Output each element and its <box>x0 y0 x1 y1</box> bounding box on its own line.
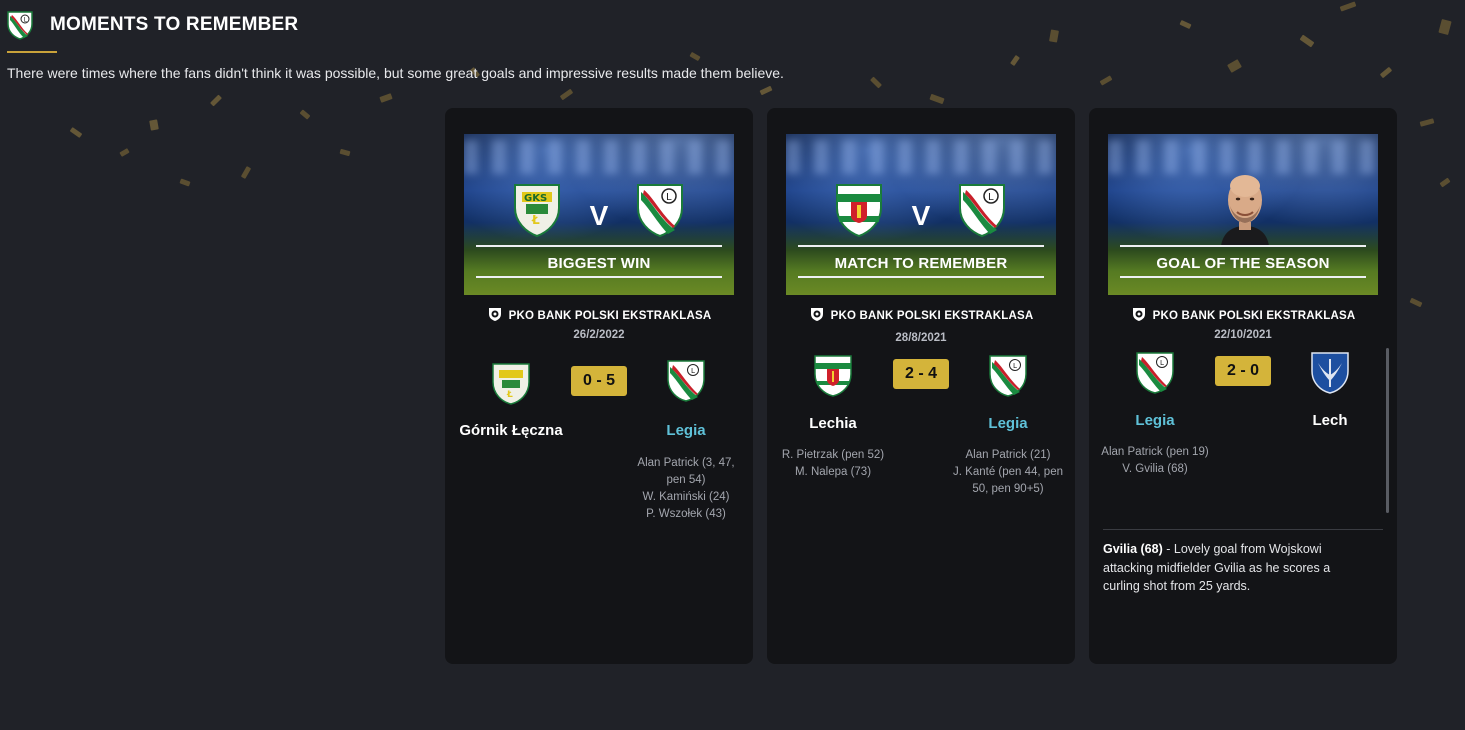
away-team-name[interactable]: Lech <box>1260 412 1400 429</box>
ekstraklasa-logo-icon <box>1132 308 1145 321</box>
banner-label: GOAL OF THE SEASON <box>1156 255 1330 272</box>
scorer-entry: V. Gvilia (68) <box>1122 463 1188 475</box>
away-scorers-list: Alan Patrick (3, 47, pen 54) W. Kamiński… <box>631 455 741 523</box>
biggest-win-card[interactable]: GKS Ł V L BIGGEST WIN PKO BANK POLSKI EK… <box>445 108 753 664</box>
home-scorers-list: R. Pietrzak (pen 52) M. Nalepa (73) <box>773 447 893 481</box>
home-team-name[interactable]: Górnik Łęczna <box>441 422 581 439</box>
competition-label: PKO BANK POLSKI EKSTRAKLASA <box>445 306 753 322</box>
legia-crest-icon: L <box>989 355 1027 397</box>
page-header: L MOMENTS TO REMEMBER <box>6 10 298 40</box>
away-team-name[interactable]: Legia <box>938 415 1078 432</box>
match-to-remember-card[interactable]: V L MATCH TO REMEMBER PKO BANK POLSKI EK… <box>767 108 1075 664</box>
lechia-crest-icon <box>814 355 852 397</box>
svg-text:L: L <box>988 192 994 203</box>
svg-text:L: L <box>1160 359 1164 367</box>
scorer-entry: Alan Patrick (pen 19) <box>1101 446 1209 458</box>
scorer-entry: J. Kanté (pen 44, pen 50, pen 90+5) <box>953 466 1063 495</box>
scrollbar[interactable] <box>1386 348 1389 513</box>
legia-crest-icon: L <box>667 360 705 402</box>
scorer-entry: R. Pietrzak (pen 52) <box>781 449 885 461</box>
card-banner: GKS Ł V L BIGGEST WIN <box>464 134 734 295</box>
score-badge: 2 - 4 <box>893 359 949 389</box>
svg-text:Ł: Ł <box>506 390 513 400</box>
away-scorers-list: Alan Patrick (21) J. Kanté (pen 44, pen … <box>948 447 1068 498</box>
svg-text:L: L <box>691 367 695 375</box>
scorer-entry: Alan Patrick (3, 47, pen 54) <box>637 457 735 486</box>
scorer-entry: W. Kamiński (24) <box>642 491 730 503</box>
legia-crest-icon: L <box>637 184 683 238</box>
svg-text:L: L <box>1013 362 1017 370</box>
divider <box>1103 529 1383 530</box>
card-banner: GOAL OF THE SEASON <box>1108 134 1378 295</box>
competition-label: PKO BANK POLSKI EKSTRAKLASA <box>767 306 1075 322</box>
goal-description: Gvilia (68) - Lovely goal from Wojskowi … <box>1103 540 1363 596</box>
competition-label: PKO BANK POLSKI EKSTRAKLASA <box>1089 306 1397 322</box>
scorer-entry: Alan Patrick (21) <box>965 449 1051 461</box>
gornik-leczna-crest-icon: Ł <box>492 363 530 405</box>
versus-label: V <box>589 200 609 231</box>
banner-label: BIGGEST WIN <box>547 255 651 272</box>
svg-text:L: L <box>666 192 672 203</box>
scorer-entry: P. Wszołek (43) <box>646 508 726 520</box>
legia-crest-icon: L <box>7 11 33 40</box>
banner-label: MATCH TO REMEMBER <box>834 255 1008 272</box>
match-date: 28/8/2021 <box>895 332 947 344</box>
home-scorers-list: Alan Patrick (pen 19) V. Gvilia (68) <box>1095 444 1215 478</box>
home-team-name[interactable]: Legia <box>1085 412 1225 429</box>
match-date: 26/2/2022 <box>573 329 625 341</box>
score-badge: 0 - 5 <box>571 366 627 396</box>
lech-crest-icon <box>1311 352 1349 394</box>
legia-crest-icon: L <box>1136 352 1174 394</box>
card-banner: V L MATCH TO REMEMBER <box>786 134 1056 295</box>
match-date: 22/10/2021 <box>1214 329 1272 341</box>
page-title: MOMENTS TO REMEMBER <box>50 14 299 35</box>
away-team-name[interactable]: Legia <box>616 422 756 439</box>
goal-scorer-title: Gvilia (68) <box>1103 542 1163 556</box>
ekstraklasa-logo-icon <box>488 308 501 321</box>
title-underline <box>7 51 57 53</box>
page-subtitle: There were times where the fans didn't t… <box>7 65 784 81</box>
ekstraklasa-logo-icon <box>810 308 823 321</box>
legia-crest-icon: L <box>959 184 1005 238</box>
versus-label: V <box>911 200 931 231</box>
scorer-entry: M. Nalepa (73) <box>794 466 872 478</box>
player-photo <box>1221 175 1269 246</box>
home-team-name[interactable]: Lechia <box>763 415 903 432</box>
goal-of-the-season-card[interactable]: GOAL OF THE SEASON PKO BANK POLSKI EKSTR… <box>1089 108 1397 664</box>
score-badge: 2 - 0 <box>1215 356 1271 386</box>
